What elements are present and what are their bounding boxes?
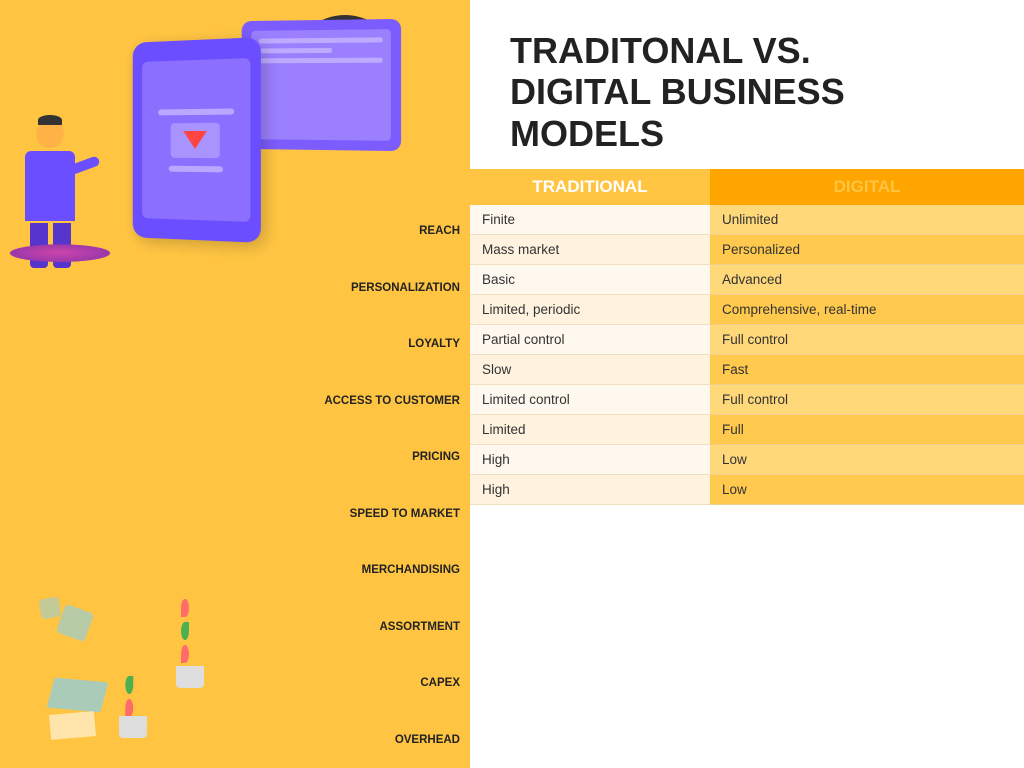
traditional-cell: Limited (470, 415, 710, 445)
table-row: Limited controlFull control (470, 385, 1024, 415)
deco-shape-2 (38, 596, 61, 619)
row-label-text: ACCESS TO CUSTOMER (324, 395, 460, 407)
main-container: REACH PERSONALIZATION LOYALTY ACCESS TO CUS… (0, 0, 1024, 768)
phone-screen (142, 58, 250, 222)
monitor-screen (251, 29, 390, 141)
row-label: REACH (240, 203, 470, 260)
digital-cell: Personalized (710, 235, 1024, 265)
row-label: ACCESS TO CUSTOMER (240, 373, 470, 430)
deco-shape-1 (56, 604, 94, 642)
digital-cell: Full (710, 415, 1024, 445)
title-area: TRADITONAL VS. DIGITAL BUSINESS MODELS (470, 0, 1024, 169)
row-label-text: PRICING (412, 451, 460, 463)
leaf (125, 676, 133, 694)
row-label: PERSONALIZATION (240, 260, 470, 317)
comparison-table: FiniteUnlimitedMass marketPersonalizedBa… (470, 205, 1024, 768)
row-label: PRICING (240, 429, 470, 486)
table-row: HighLow (470, 475, 1024, 505)
monitor-line (259, 58, 383, 64)
column-headers: TRADITIONAL DIGITAL (470, 169, 1024, 205)
right-panel: TRADITONAL VS. DIGITAL BUSINESS MODELS T… (470, 0, 1024, 768)
traditional-cell: Basic (470, 265, 710, 295)
title-line2: DIGITAL BUSINESS (510, 71, 845, 112)
table-row: Mass marketPersonalized (470, 235, 1024, 265)
leaf (125, 699, 133, 717)
row-label: CAPEX (240, 655, 470, 712)
digital-header: DIGITAL (710, 169, 1024, 205)
row-label: MERCHANDISING (240, 542, 470, 599)
title-line3: MODELS (510, 113, 664, 154)
plant-leaves (180, 599, 200, 668)
leaf (181, 645, 189, 663)
title-line1: TRADITONAL VS. (510, 30, 811, 71)
monitor-content (251, 29, 390, 71)
traditional-cell: Limited control (470, 385, 710, 415)
digital-cell: Full control (710, 385, 1024, 415)
screen-rect (171, 122, 220, 157)
digital-cell: Fast (710, 355, 1024, 385)
traditional-cell: High (470, 445, 710, 475)
screen-line (158, 108, 234, 115)
table-row: BasicAdvanced (470, 265, 1024, 295)
row-label: SPEED TO MARKET (240, 486, 470, 543)
table-row: SlowFast (470, 355, 1024, 385)
person-head (36, 120, 64, 148)
row-label-text: LOYALTY (408, 338, 460, 350)
down-arrow-icon (183, 131, 207, 149)
iso-decoration (50, 680, 105, 738)
leaf (181, 622, 189, 640)
traditional-cell: Limited, periodic (470, 295, 710, 325)
digital-cell: Full control (710, 325, 1024, 355)
digital-cell: Low (710, 445, 1024, 475)
digital-cell: Unlimited (710, 205, 1024, 235)
leaf (181, 599, 189, 617)
monitor-line (259, 37, 383, 43)
row-label-text: OVERHEAD (395, 734, 460, 746)
table-row: Partial controlFull control (470, 325, 1024, 355)
table-row: Limited, periodicComprehensive, real-tim… (470, 295, 1024, 325)
traditional-cell: High (470, 475, 710, 505)
left-panel: REACH PERSONALIZATION LOYALTY ACCESS TO CUS… (0, 0, 470, 768)
traditional-cell: Finite (470, 205, 710, 235)
table-row: HighLow (470, 445, 1024, 475)
person-body (25, 151, 75, 221)
traditional-cell: Partial control (470, 325, 710, 355)
person-figure (10, 120, 90, 280)
main-title: TRADITONAL VS. DIGITAL BUSINESS MODELS (510, 30, 994, 154)
row-labels: REACH PERSONALIZATION LOYALTY ACCESS TO CUS… (240, 203, 470, 768)
row-label-text: PERSONALIZATION (351, 282, 460, 294)
traditional-cell: Slow (470, 355, 710, 385)
plant-pot (119, 716, 147, 738)
device-monitor (242, 19, 401, 151)
monitor-line (259, 48, 332, 54)
row-label-text: CAPEX (420, 677, 460, 689)
row-label: LOYALTY (240, 316, 470, 373)
row-label-text: REACH (419, 225, 460, 237)
traditional-header: TRADITIONAL (470, 169, 710, 205)
person-arm (64, 155, 100, 176)
traditional-cell: Mass market (470, 235, 710, 265)
row-label: ASSORTMENT (240, 599, 470, 656)
plant-pot (176, 666, 204, 688)
row-label-text: SPEED TO MARKET (350, 508, 460, 520)
row-label-text: ASSORTMENT (380, 621, 461, 633)
screen-line (168, 165, 222, 172)
digital-cell: Comprehensive, real-time (710, 295, 1024, 325)
digital-cell: Low (710, 475, 1024, 505)
plant-right (115, 683, 150, 738)
plant-left (170, 628, 210, 688)
digital-cell: Advanced (710, 265, 1024, 295)
table-row: FiniteUnlimited (470, 205, 1024, 235)
table-row: LimitedFull (470, 415, 1024, 445)
row-label-text: MERCHANDISING (362, 564, 460, 576)
row-label: OVERHEAD (240, 712, 470, 768)
